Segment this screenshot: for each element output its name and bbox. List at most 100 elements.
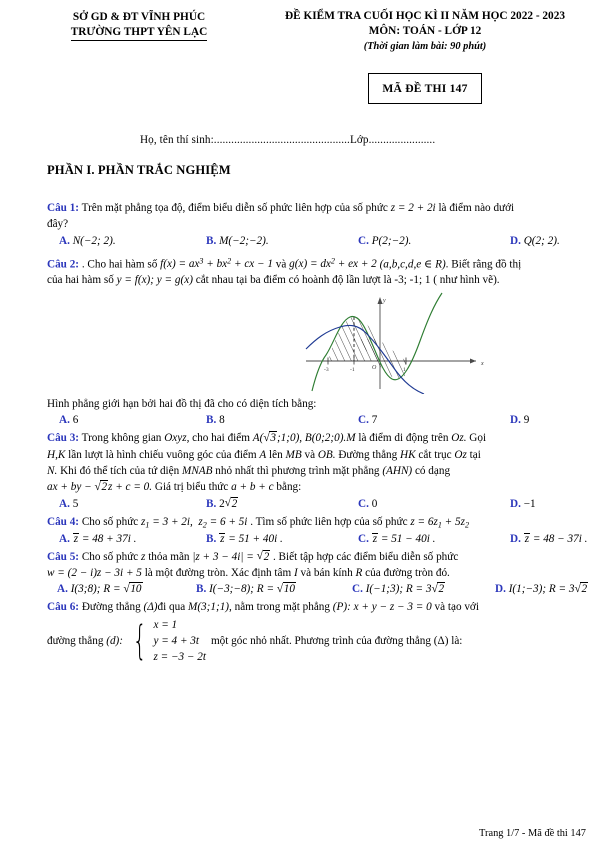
figure-block: x y O -3 -1 1 [47,291,586,395]
q6-suffix: một góc nhỏ nhất. Phương trình của đường… [210,635,463,648]
option-letter: C. [358,532,369,545]
option-letter: A. [59,532,70,545]
q6-line-prefix: đường thẳng [47,635,104,648]
option-value: z = 48 − 37i . [523,532,588,545]
q3-l2-b: lần lượt là hình chiếu vuông góc của điể… [68,448,257,461]
q3-l2-l: tại [469,448,481,461]
q3-l3-e: (AHN) [382,464,413,477]
question-2-label: Câu 2: [47,257,80,270]
q3-l3-c: MNAB [182,464,213,477]
question-1-label: Câu 1: [47,201,80,214]
question-6: Câu 6: Đường thẳng (Δ)đi qua M(3;1;1), n… [47,599,586,665]
option-letter: A. [59,234,70,247]
option-letter: C. [358,497,369,510]
q5-w: w = (2 − i)z − 3i + 5 [47,567,142,580]
q6-P: (P): x + y − z − 3 = 0 [332,601,432,614]
question-2-option-c[interactable]: C. 7 [358,412,510,429]
question-3-option-c[interactable]: C. 0 [358,496,510,513]
page-header: SỞ GD & ĐT VĨNH PHÚC TRƯỜNG THPT YÊN LẠC… [0,0,600,104]
question-2-option-a[interactable]: A. 6 [59,412,206,429]
question-2-option-d[interactable]: D. 9 [510,412,529,429]
question-1: Câu 1: Trên mặt phẳng tọa độ, điểm biểu … [47,200,586,250]
question-3-option-a[interactable]: A. 5 [59,496,206,513]
option-value: Q(2; 2). [523,234,560,247]
q6-M: M(3;1;1) [188,601,230,614]
school-name: TRƯỜNG THPT YÊN LẠC [70,25,208,41]
option-letter: D. [510,497,521,510]
question-5-option-d[interactable]: D. I(1;−3); R = 32 [495,581,589,598]
question-5-option-b[interactable]: B. I(−3;−8); R = 10 [196,581,352,598]
question-6-line1: Câu 6: Đường thẳng (Δ)đi qua M(3;1;1), n… [47,599,586,615]
q3-l4-a: ax + by − 2z + c = 0. [47,479,152,496]
question-2-option-b[interactable]: B. 8 [206,412,358,429]
question-3-option-b[interactable]: B. 22 [206,495,358,513]
system-eq-1: x = 1 [153,618,178,631]
graph-svg: x y O -3 -1 1 [305,292,484,395]
option-value: z = 51 + 40i . [219,532,283,545]
question-5-option-a[interactable]: A. I(3;8); R = 10 [57,581,196,598]
option-letter: C. [352,583,363,596]
question-1-option-a[interactable]: A. N(−2; 2). [59,233,206,250]
question-1-stem: Trên mặt phẳng tọa độ, điểm biểu diễn số… [81,201,388,214]
option-letter: B. [206,532,217,545]
option-value: N(−2; 2). [72,234,116,247]
page-footer: Trang 1/7 - Mã đề thi 147 [479,828,586,839]
q6-c: , nằm trong mặt phẳng [229,601,330,614]
option-value: 9 [523,414,530,427]
question-1-option-d[interactable]: D. Q(2; 2). [510,233,560,250]
q6-d: và tạo với [434,601,479,614]
question-5-label: Câu 5: [47,550,80,563]
question-3-line3: N. Khi đó thể tích của tứ diện MNAB nhỏ … [47,463,586,479]
q6-a: Đường thẳng [81,601,141,614]
question-3-goi: Gọi [469,432,487,445]
option-value: 7 [371,414,378,427]
q3-l2-g: OB. [317,448,336,461]
question-3-oz: Oz. [451,432,467,445]
question-4-option-a[interactable]: A. z = 48 + 37i . [59,531,206,548]
question-3: Câu 3: Trong không gian Oxyz, cho hai đi… [47,430,586,513]
question-3-line4: ax + by − 2z + c = 0. Giá trị biểu thức … [47,479,586,496]
option-letter: C. [358,414,369,427]
q5-c: . Biết tập hợp các điểm biểu diễn số phứ… [272,550,459,563]
q3-l2-j: cắt trục [418,448,452,461]
question-2-math-g: g(x) = dx2 + ex + 2 [289,256,377,270]
question-5-line2: w = (2 − i)z − 3i + 5 là một đường tròn.… [47,565,586,581]
question-4-option-c[interactable]: C. z = 51 − 40i . [358,531,510,548]
system-eq-3: z = −3 − 2t [153,650,206,663]
question-1-math: z = 2 + 2i [390,201,436,214]
question-1-option-b[interactable]: B. M(−2;−2). [206,233,358,250]
question-5-options: A. I(3;8); R = 10 B. I(−3;−8); R = 10 C.… [47,581,589,598]
option-value: 6 [72,414,79,427]
q3-l2-h: Đường thẳng [338,448,398,461]
question-3-option-d[interactable]: D. −1 [510,496,536,513]
option-letter: C. [358,234,369,247]
option-value: 0 [371,497,378,510]
header-left-block: SỞ GD & ĐT VĨNH PHÚC TRƯỜNG THPT YÊN LẠC [14,9,264,41]
question-4-option-d[interactable]: D. z = 48 − 37i . [510,531,587,548]
question-3-options: A. 5 B. 22 C. 0 D. −1 [47,495,586,513]
question-3-pointM: M [346,432,356,445]
q5-R: R [355,567,363,580]
question-3-post: là điểm di động trên [358,432,449,445]
header-right-block: ĐỀ KIỂM TRA CUỐI HỌC KÌ II NĂM HỌC 2022 … [264,9,586,104]
question-1-option-c[interactable]: C. P(2;−2). [358,233,510,250]
q6-b: đi qua [157,601,186,614]
question-1-stem-tail: là điểm nào dưới [438,201,515,214]
question-2-math-cond: (a,b,c,d,e ∈ R) [379,257,446,270]
question-5-option-c[interactable]: C. I(−1;3); R = 32 [352,581,495,598]
option-value: −1 [523,497,536,510]
question-2-math-f: f(x) = ax3 + bx2 + cx − 1 [160,256,273,270]
question-3-label: Câu 3: [47,432,80,445]
option-letter: A. [59,497,70,510]
q3-l2-i: HK [400,448,416,461]
question-2-and: và [275,257,287,270]
q4-b: . Tìm số phức liên hợp của số phức [250,515,408,528]
question-4-option-b[interactable]: B. z = 51 + 40i . [206,531,358,548]
q3-l2-a: H,K [47,448,66,461]
question-1-text: Câu 1: Trên mặt phẳng tọa độ, điểm biểu … [47,200,586,216]
option-value: P(2;−2). [371,234,412,247]
option-value: I(−3;−8); R = 10 [209,581,296,598]
q3-l2-k: Oz [454,448,467,461]
exam-title: ĐỀ KIỂM TRA CUỐI HỌC KÌ II NĂM HỌC 2022 … [284,10,566,22]
department-name: SỞ GD & ĐT VĨNH PHÚC [72,11,206,23]
